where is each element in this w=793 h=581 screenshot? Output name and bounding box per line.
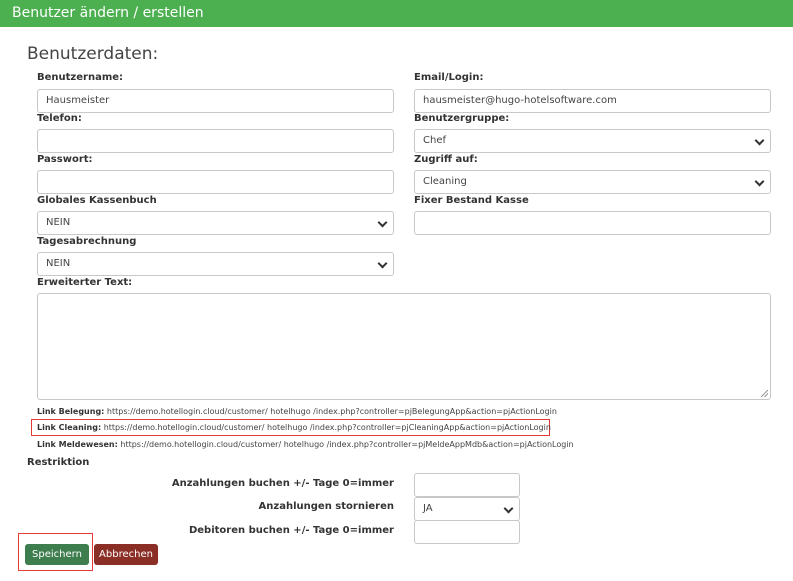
bestand-input[interactable]: [414, 211, 771, 235]
link-meldewesen-customer: hotelhugo: [283, 440, 325, 449]
link-cleaning: Link Cleaning: https://demo.hotellogin.c…: [37, 423, 551, 432]
anzahlungen-stornieren-select[interactable]: JA: [414, 497, 520, 521]
link-belegung-customer: hotelhugo: [270, 407, 311, 416]
link-belegung-prefix: https://demo.hotellogin.cloud/customer/: [106, 407, 268, 416]
email-label: Email/Login:: [414, 72, 484, 83]
benutzername-input[interactable]: Hausmeister: [37, 89, 394, 113]
benutzergruppe-value: Chef: [423, 135, 446, 146]
cancel-button[interactable]: Abbrechen: [94, 544, 158, 565]
kassenbuch-select[interactable]: NEIN: [37, 211, 394, 235]
link-belegung-suffix: /index.php?controller=pjBelegungApp&acti…: [313, 407, 557, 416]
link-meldewesen: Link Meldewesen: https://demo.hotellogin…: [37, 440, 574, 449]
erweiterter-text-label: Erweiterter Text:: [37, 277, 133, 288]
anzahlungen-buchen-input[interactable]: [414, 473, 520, 497]
window-title: Benutzer ändern / erstellen: [0, 0, 793, 27]
link-meldewesen-prefix: https://demo.hotellogin.cloud/customer/: [120, 440, 282, 449]
anzahlungen-stornieren-label: Anzahlungen stornieren: [258, 501, 394, 512]
restriktion-title: Restriktion: [27, 457, 90, 468]
link-cleaning-customer: hotelhugo: [267, 423, 308, 432]
kassenbuch-label: Globales Kassenbuch: [37, 195, 157, 206]
link-meldewesen-suffix: /index.php?controller=pjMeldeAppMdb&acti…: [326, 440, 574, 449]
debitoren-buchen-label: Debitoren buchen +/- Tage 0=immer: [188, 525, 394, 536]
bestand-label: Fixer Bestand Kasse: [414, 195, 529, 206]
link-cleaning-prefix: https://demo.hotellogin.cloud/customer/: [103, 423, 265, 432]
kassenbuch-value: NEIN: [46, 217, 71, 228]
link-belegung-label: Link Belegung:: [37, 407, 105, 416]
zugriff-value: Cleaning: [423, 176, 467, 187]
tagesabrechnung-label: Tagesabrechnung: [37, 236, 137, 247]
telefon-label: Telefon:: [37, 113, 82, 124]
email-input[interactable]: hausmeister@hugo-hotelsoftware.com: [414, 89, 771, 113]
passwort-label: Passwort:: [37, 154, 93, 165]
passwort-input[interactable]: [37, 170, 394, 194]
link-belegung: Link Belegung: https://demo.hotellogin.c…: [37, 407, 557, 416]
zugriff-select[interactable]: Cleaning: [414, 170, 771, 194]
anzahlungen-stornieren-value: JA: [423, 503, 433, 514]
link-meldewesen-label: Link Meldewesen:: [37, 440, 118, 449]
zugriff-label: Zugriff auf:: [414, 154, 478, 165]
resize-grip-icon[interactable]: [761, 390, 768, 397]
link-cleaning-label: Link Cleaning:: [37, 423, 102, 432]
link-cleaning-suffix: /index.php?controller=pjCleaningApp&acti…: [309, 423, 551, 432]
debitoren-buchen-input[interactable]: [414, 520, 520, 544]
tagesabrechnung-value: NEIN: [46, 258, 71, 269]
tagesabrechnung-select[interactable]: NEIN: [37, 252, 394, 276]
erweiterter-text-textarea[interactable]: [37, 293, 771, 400]
save-button[interactable]: Speichern: [25, 544, 89, 565]
benutzergruppe-select[interactable]: Chef: [414, 129, 771, 153]
benutzername-label: Benutzername:: [37, 72, 124, 83]
telefon-input[interactable]: [37, 129, 394, 153]
section-title: Benutzerdaten:: [27, 44, 159, 64]
benutzergruppe-label: Benutzergruppe:: [414, 113, 510, 124]
anzahlungen-buchen-label: Anzahlungen buchen +/- Tage 0=immer: [171, 478, 394, 489]
